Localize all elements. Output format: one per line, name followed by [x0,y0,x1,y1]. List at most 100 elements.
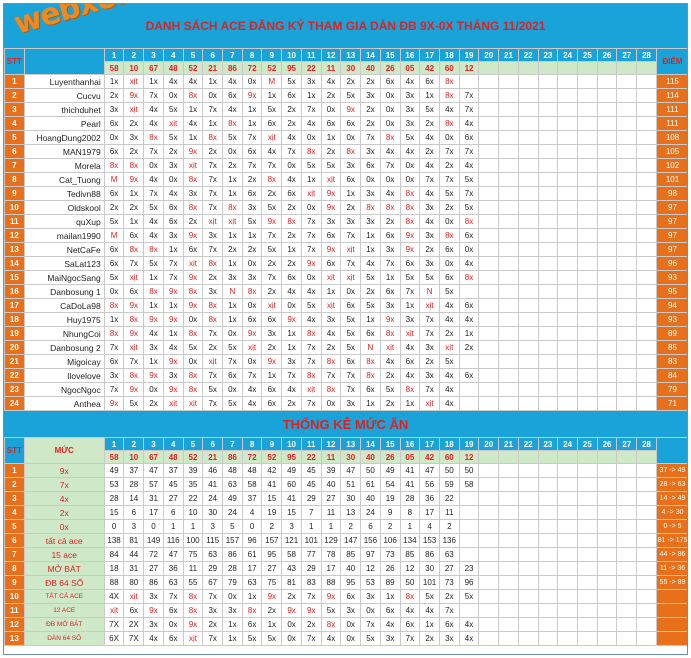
table-cell[interactable]: 7x [300,102,322,117]
table-cell[interactable] [576,631,598,646]
table-cell[interactable]: 75 [261,575,283,590]
table-cell[interactable]: 3x [360,214,381,229]
table-cell[interactable] [616,116,638,131]
table-cell[interactable] [616,144,638,159]
table-cell[interactable] [517,603,539,618]
table-cell[interactable]: 7x [123,256,145,271]
table-cell[interactable]: 63 [162,575,184,590]
table-cell[interactable]: 63 [438,547,460,562]
table-cell[interactable]: 2x [202,144,224,159]
table-cell[interactable] [537,491,559,506]
table-cell[interactable]: 7x [241,130,263,145]
table-cell[interactable]: 6x [379,228,401,243]
table-cell[interactable]: 3x [182,186,204,201]
table-cell[interactable]: 89 [379,575,401,590]
table-cell[interactable]: 45 [300,477,322,492]
table-cell[interactable] [478,575,500,590]
table-cell[interactable]: 17 [320,561,342,576]
table-cell[interactable]: 7x [281,368,302,383]
table-cell[interactable] [478,561,500,576]
table-cell[interactable] [517,340,539,355]
table-cell[interactable] [557,340,578,355]
table-cell[interactable]: 7x [419,382,440,397]
table-cell[interactable] [616,256,638,271]
table-cell[interactable] [498,505,519,520]
table-cell[interactable]: 9x [241,88,263,103]
table-cell[interactable]: 12 [399,561,421,576]
table-cell[interactable]: 0x [241,74,263,89]
table-cell[interactable] [458,396,480,411]
table-cell[interactable] [517,382,539,397]
table-cell[interactable]: 75 [182,547,204,562]
table-cell[interactable]: 7x [320,368,342,383]
table-cell[interactable]: 73 [438,575,460,590]
table-cell[interactable] [596,354,618,369]
table-cell[interactable]: 8x [202,256,224,271]
table-cell[interactable] [557,228,578,243]
table-cell[interactable] [557,382,578,397]
table-cell[interactable] [498,102,519,117]
table-cell[interactable] [636,200,657,215]
table-cell[interactable]: 7x [162,589,184,604]
table-cell[interactable]: 6x [162,631,184,646]
table-cell[interactable]: 2x [281,102,302,117]
table-cell[interactable] [478,130,500,145]
table-cell[interactable]: xịt [300,186,322,201]
table-cell[interactable] [517,631,539,646]
table-cell[interactable]: 6x [458,228,480,243]
table-cell[interactable]: 2 [438,519,460,534]
table-cell[interactable]: 8x [458,214,480,229]
table-cell[interactable]: 67 [202,575,224,590]
table-cell[interactable] [576,186,598,201]
table-cell[interactable]: xịt [320,270,342,285]
table-cell[interactable] [498,228,519,243]
table-cell[interactable] [498,172,519,187]
table-cell[interactable] [557,463,578,478]
table-cell[interactable] [557,354,578,369]
table-cell[interactable] [517,284,539,299]
table-cell[interactable] [576,368,598,383]
table-cell[interactable]: 41 [261,477,283,492]
table-cell[interactable]: 6x [281,186,302,201]
table-cell[interactable]: 6x [123,228,145,243]
table-cell[interactable] [636,256,657,271]
table-cell[interactable] [616,130,638,145]
table-cell[interactable]: 3 [123,519,145,534]
table-cell[interactable]: 3x [162,368,184,383]
table-cell[interactable] [458,382,480,397]
table-cell[interactable]: 1x [360,242,381,257]
table-cell[interactable]: 8x [103,298,125,313]
table-cell[interactable]: 2x [281,116,302,131]
table-cell[interactable]: 6x [320,228,342,243]
table-cell[interactable]: 1x [162,242,184,257]
table-cell[interactable]: 6x [123,603,145,618]
table-cell[interactable]: 3x [143,340,164,355]
table-cell[interactable]: 6x [340,354,362,369]
table-cell[interactable] [596,603,618,618]
table-cell[interactable]: xịt [300,382,322,397]
table-cell[interactable]: 19 [261,505,283,520]
table-cell[interactable] [478,547,500,562]
table-cell[interactable]: 4x [300,116,322,131]
table-cell[interactable]: 58 [281,547,302,562]
table-cell[interactable]: 8x [202,130,224,145]
table-cell[interactable]: 4x [143,116,164,131]
table-cell[interactable]: 86 [143,575,164,590]
table-cell[interactable]: 50 [360,463,381,478]
table-cell[interactable]: 0x [300,270,322,285]
table-cell[interactable]: 3x [202,228,224,243]
table-cell[interactable]: 5x [143,200,164,215]
table-cell[interactable]: 4x [143,326,164,341]
table-cell[interactable]: 138 [103,533,125,548]
table-cell[interactable]: 116 [162,533,184,548]
table-cell[interactable]: 4x [399,74,421,89]
table-cell[interactable] [636,228,657,243]
table-cell[interactable] [458,547,480,562]
table-cell[interactable]: 6 [162,505,184,520]
table-cell[interactable]: 3x [340,158,362,173]
table-cell[interactable] [557,631,578,646]
table-cell[interactable] [596,491,618,506]
table-cell[interactable]: 7x [438,603,460,618]
table-cell[interactable]: 7X [103,617,125,632]
table-cell[interactable]: 50 [399,575,421,590]
